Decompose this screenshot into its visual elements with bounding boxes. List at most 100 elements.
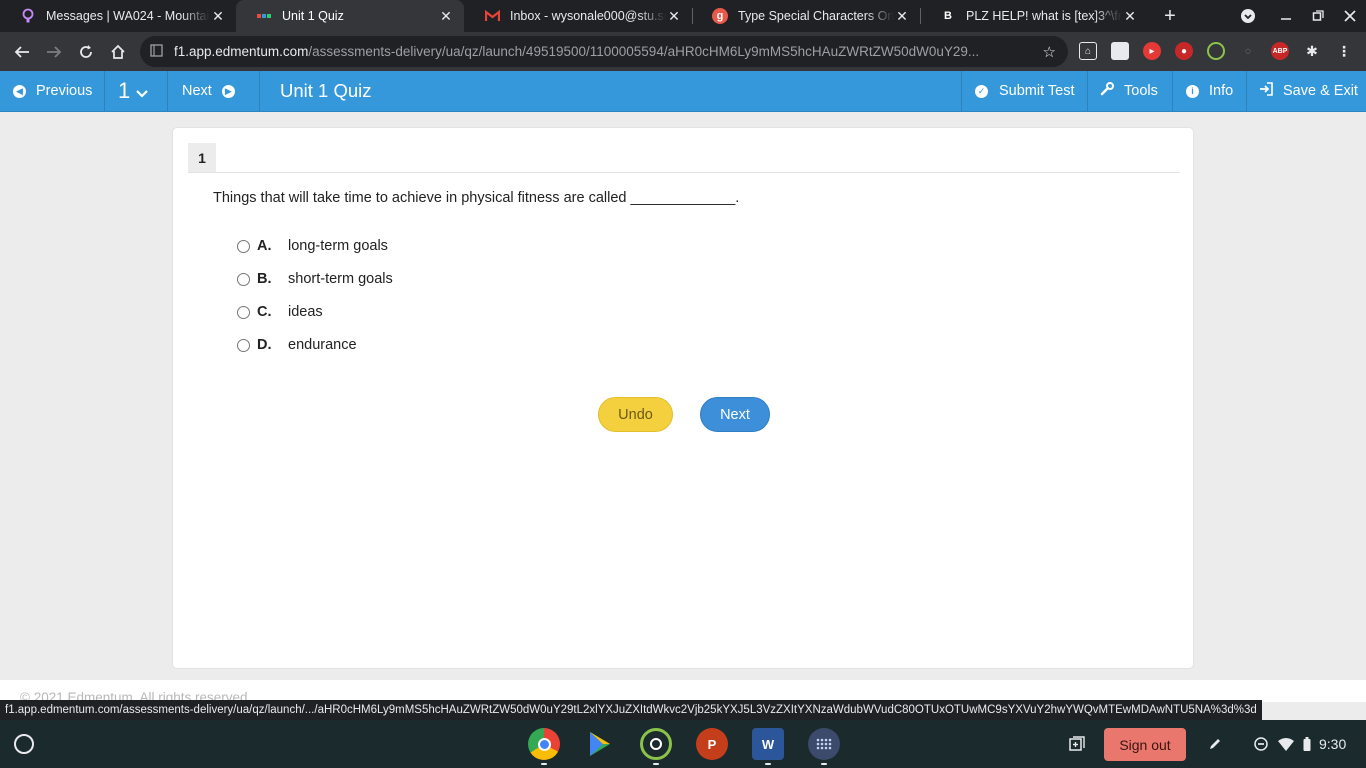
tab-messages[interactable]: Messages | WA024 - Mountain View ✕ xyxy=(0,0,236,32)
screencast-extension-icon[interactable]: ▸ xyxy=(1143,42,1161,60)
browser-toolbar: f1.app.edmentum.com/assessments-delivery… xyxy=(0,32,1366,71)
close-tab-icon[interactable]: ✕ xyxy=(894,8,910,25)
tab-title: Messages | WA024 - Mountain View xyxy=(46,9,210,23)
sign-out-icon xyxy=(1259,82,1273,100)
question-card: 1 Things that will take time to achieve … xyxy=(172,127,1194,669)
previous-label: Previous xyxy=(36,83,93,99)
app-grid-icon[interactable] xyxy=(808,728,840,760)
timer-extension-icon[interactable] xyxy=(1207,42,1225,60)
tab-title: PLZ HELP! what is [tex]3^\frac xyxy=(966,9,1122,23)
question-selector[interactable]: 1 xyxy=(118,71,149,111)
running-indicator xyxy=(821,763,827,765)
question-number: 1 xyxy=(118,78,131,103)
radio-button[interactable] xyxy=(237,305,250,319)
choice-text: long-term goals xyxy=(288,238,388,254)
choice-c[interactable]: C. ideas xyxy=(237,301,323,323)
tab-gmail-inbox[interactable]: Inbox - wysonale000@stu.sumnerschools.or… xyxy=(464,0,692,32)
bulb-icon xyxy=(20,8,36,24)
arrow-right-circle-icon: ▶ xyxy=(221,84,235,98)
os-shelf: P W Sign out 9:30 xyxy=(0,720,1366,768)
header-divider xyxy=(1087,71,1088,111)
next-label: Next xyxy=(182,83,212,99)
record-extension-icon[interactable]: ● xyxy=(1175,42,1193,60)
close-tab-icon[interactable]: ✕ xyxy=(210,8,226,25)
maximize-icon[interactable] xyxy=(1304,0,1332,32)
tab-special-characters[interactable]: g Type Special Characters On a Chromeboo… xyxy=(692,0,920,32)
back-arrow-icon[interactable] xyxy=(6,32,38,71)
previous-button[interactable]: ◀ Previous xyxy=(13,71,92,111)
next-button[interactable]: Next xyxy=(700,397,770,432)
save-exit-label: Save & Exit xyxy=(1283,83,1358,99)
info-button[interactable]: i Info xyxy=(1186,71,1233,111)
chevron-down-icon xyxy=(136,78,149,104)
forward-arrow-icon[interactable] xyxy=(38,32,70,71)
tab-title: Inbox - wysonale000@stu.sumnerschools.or… xyxy=(510,9,666,23)
next-question-button[interactable]: Next ▶ xyxy=(182,71,235,111)
choice-b[interactable]: B. short-term goals xyxy=(237,268,393,290)
close-tab-icon[interactable]: ✕ xyxy=(438,8,454,25)
powerpoint-icon[interactable]: P xyxy=(696,728,728,760)
play-store-icon[interactable] xyxy=(584,728,616,760)
undo-button[interactable]: Undo xyxy=(598,397,673,432)
close-tab-icon[interactable]: ✕ xyxy=(1122,8,1138,25)
submit-test-button[interactable]: ✓ Submit Test xyxy=(975,71,1075,111)
extensions-puzzle-icon[interactable]: ✱ xyxy=(1303,42,1321,60)
reload-icon[interactable] xyxy=(70,32,102,71)
clock-time[interactable]: 9:30 xyxy=(1319,720,1346,768)
extension-5-icon[interactable]: ◌ xyxy=(1239,42,1257,60)
launcher-circle-icon[interactable] xyxy=(14,734,34,754)
extension-1-icon[interactable]: ⌂ xyxy=(1079,42,1097,60)
sign-out-button[interactable]: Sign out xyxy=(1104,728,1186,761)
quiz-title: Unit 1 Quiz xyxy=(280,80,372,101)
header-divider xyxy=(259,71,260,111)
more-menu-icon[interactable]: ⋮ xyxy=(1335,42,1353,60)
timer-app-icon[interactable] xyxy=(640,728,672,760)
quiz-header: ◀ Previous 1 Next ▶ Unit 1 Quiz ✓ Submit… xyxy=(0,71,1366,112)
url-path: /assessments-delivery/ua/qz/launch/49519… xyxy=(308,44,980,59)
bookmark-star-icon[interactable]: ☆ xyxy=(1043,43,1056,61)
stylus-pen-icon[interactable] xyxy=(1204,720,1226,768)
choice-a[interactable]: A. long-term goals xyxy=(237,235,388,257)
home-icon[interactable] xyxy=(102,32,134,71)
choice-letter: D. xyxy=(257,337,272,353)
radio-button[interactable] xyxy=(237,272,250,286)
tab-title: Type Special Characters On a Chromebook xyxy=(738,9,894,23)
url-host: f1.app.edmentum.com xyxy=(174,44,309,59)
chrome-icon[interactable] xyxy=(528,728,560,760)
tools-button[interactable]: Tools xyxy=(1100,71,1158,111)
url-text: f1.app.edmentum.com/assessments-delivery… xyxy=(174,44,1024,59)
choice-text: endurance xyxy=(288,337,357,353)
radio-button[interactable] xyxy=(237,338,250,352)
battery-icon[interactable] xyxy=(1300,720,1314,768)
save-exit-button[interactable]: Save & Exit xyxy=(1259,71,1358,111)
running-indicator xyxy=(541,763,547,765)
tab-brainly[interactable]: B PLZ HELP! what is [tex]3^\frac ✕ xyxy=(920,0,1148,32)
info-label: Info xyxy=(1209,83,1234,99)
radio-button[interactable] xyxy=(237,239,250,253)
tab-title: Unit 1 Quiz xyxy=(282,9,344,23)
running-indicator xyxy=(765,763,771,765)
overview-icon[interactable] xyxy=(1066,720,1088,768)
g-icon: g xyxy=(712,8,728,24)
choice-d[interactable]: D. endurance xyxy=(237,334,357,356)
address-bar[interactable]: f1.app.edmentum.com/assessments-delivery… xyxy=(140,36,1068,67)
tab-unit-1-quiz[interactable]: Unit 1 Quiz ✕ xyxy=(236,0,464,32)
adblock-extension-icon[interactable]: ABP xyxy=(1271,42,1289,60)
word-icon[interactable]: W xyxy=(752,728,784,760)
new-tab-plus-icon[interactable]: + xyxy=(1156,0,1184,32)
close-tab-icon[interactable]: ✕ xyxy=(666,8,682,25)
gmail-icon xyxy=(484,8,500,24)
divider xyxy=(188,172,1180,173)
brainly-icon: B xyxy=(944,10,952,22)
minimize-icon[interactable] xyxy=(1272,0,1300,32)
reader-extension-icon[interactable] xyxy=(1111,42,1129,60)
question-number-badge: 1 xyxy=(188,143,216,172)
do-not-disturb-icon[interactable] xyxy=(1252,720,1270,768)
page-info-icon[interactable] xyxy=(150,43,166,60)
wifi-icon[interactable] xyxy=(1276,720,1296,768)
tab-search-icon[interactable] xyxy=(1236,0,1260,32)
status-bar-url: f1.app.edmentum.com/assessments-delivery… xyxy=(0,700,1262,720)
submit-test-label: Submit Test xyxy=(999,83,1075,99)
close-window-icon[interactable] xyxy=(1336,0,1364,32)
check-circle-icon: ✓ xyxy=(975,84,988,98)
